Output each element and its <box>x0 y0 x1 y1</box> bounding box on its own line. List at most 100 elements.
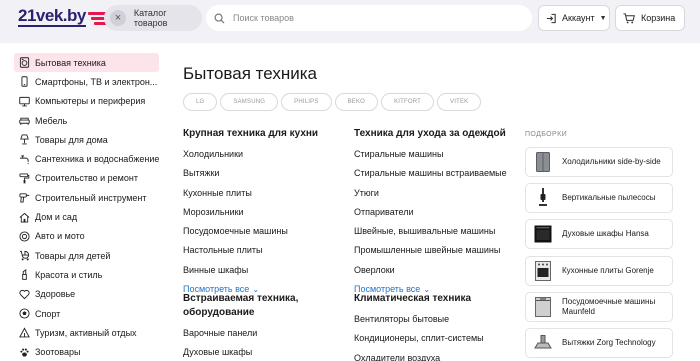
close-icon: × <box>110 10 126 26</box>
header: 21vek.by × Каталог товаров Аккаунт ▼ Кор… <box>0 0 700 43</box>
collection-label: Вертикальные пылесосы <box>562 193 656 202</box>
paw-icon <box>18 346 30 358</box>
collection-label: Вытяжки Zorg Technology <box>562 338 656 347</box>
ball-icon <box>18 308 30 320</box>
sidebar-item-label: Авто и мото <box>35 231 85 242</box>
faucet-icon <box>18 153 30 165</box>
collection-card[interactable]: Вытяжки Zorg Technology <box>525 328 673 358</box>
house-icon <box>18 211 30 223</box>
brand-chip-vitek[interactable]: VITEK <box>437 93 482 111</box>
logo[interactable]: 21vek.by <box>18 6 114 28</box>
search-input[interactable] <box>233 13 513 23</box>
sidebar-item-appliances[interactable]: Бытовая техника <box>14 53 159 73</box>
sidebar-item-house-garden[interactable]: Дом и сад <box>14 207 159 226</box>
sidebar-item-home[interactable]: Товары для дома <box>14 130 159 149</box>
category-link[interactable]: Вентиляторы бытовые <box>354 310 524 329</box>
category-group: Встраиваемая техника, оборудование Вароч… <box>183 292 333 361</box>
sidebar-item-kids[interactable]: Товары для детей <box>14 246 159 265</box>
phone-icon <box>18 76 30 88</box>
category-group: Крупная техника для кухни Холодильники В… <box>183 127 348 298</box>
sidebar-item-label: Компьютеры и периферия <box>35 96 146 107</box>
sidebar-item-label: Товары для детей <box>35 250 111 261</box>
account-button[interactable]: Аккаунт ▼ <box>538 5 610 31</box>
lamp-icon <box>18 134 30 146</box>
collection-label: Холодильники side-by-side <box>562 157 661 166</box>
collection-card[interactable]: Посудомоечные машины Maunfeld <box>525 292 673 322</box>
monitor-icon <box>18 95 30 107</box>
vacuum-icon <box>534 187 552 209</box>
group-title[interactable]: Встраиваемая техника, оборудование <box>183 292 333 320</box>
sidebar-item-label: Здоровье <box>35 289 76 300</box>
sidebar-item-pets[interactable]: Зоотовары <box>14 342 159 361</box>
category-link[interactable]: Вытяжки <box>183 164 348 183</box>
sidebar-item-label: Красота и стиль <box>35 269 103 280</box>
category-link[interactable]: Охладители воздуха <box>354 349 524 361</box>
cart-label: Корзина <box>641 13 676 23</box>
group-title[interactable]: Климатическая техника <box>354 292 524 306</box>
collection-label: Кухонные плиты Gorenje <box>562 266 654 275</box>
collection-card[interactable]: Вертикальные пылесосы <box>525 183 673 213</box>
catalog-label: Каталог товаров <box>133 8 168 28</box>
brand-chip-lg[interactable]: LG <box>183 93 218 111</box>
category-link[interactable]: Кондиционеры, сплит-системы <box>354 329 524 348</box>
sidebar-item-construction[interactable]: Строительство и ремонт <box>14 169 159 188</box>
collection-card[interactable]: Духовые шкафы Hansa <box>525 219 673 249</box>
sidebar-item-beauty[interactable]: Красота и стиль <box>14 265 159 284</box>
category-link[interactable]: Морозильники <box>183 203 348 222</box>
dishwasher-icon <box>534 296 552 318</box>
sidebar-item-sport[interactable]: Спорт <box>14 304 159 323</box>
category-link[interactable]: Отпариватели <box>354 203 529 222</box>
category-link[interactable]: Кухонные плиты <box>183 184 348 203</box>
sidebar-item-label: Бытовая техника <box>35 57 106 68</box>
collections-title: ПОДБОРКИ <box>525 131 568 138</box>
sidebar-item-health[interactable]: Здоровье <box>14 285 159 304</box>
collection-card[interactable]: Холодильники side-by-side <box>525 147 673 177</box>
chevron-down-icon: ▼ <box>599 14 607 22</box>
sidebar-item-furniture[interactable]: Мебель <box>14 111 159 130</box>
login-icon <box>546 13 556 23</box>
sidebar-item-label: Дом и сад <box>35 212 78 223</box>
category-link[interactable]: Варочные панели <box>183 324 333 343</box>
catalog-button[interactable]: × Каталог товаров <box>104 5 202 31</box>
search-bar[interactable] <box>206 5 532 31</box>
drill-icon <box>18 192 30 204</box>
sidebar-item-label: Зоотовары <box>35 347 81 358</box>
washing-machine-icon <box>18 57 30 69</box>
wheel-icon <box>18 230 30 242</box>
category-link[interactable]: Оверлоки <box>354 261 529 280</box>
sidebar-item-auto[interactable]: Авто и мото <box>14 227 159 246</box>
category-link[interactable]: Духовые шкафы <box>183 343 333 361</box>
cart-icon <box>623 12 635 23</box>
group-title[interactable]: Крупная техника для кухни <box>183 127 348 141</box>
search-icon <box>214 13 225 24</box>
category-link[interactable]: Посудомоечные машины <box>183 222 348 241</box>
category-link[interactable]: Утюги <box>354 184 529 203</box>
brand-chip-samsung[interactable]: SAMSUNG <box>220 93 279 111</box>
sidebar-item-label: Смартфоны, ТВ и электрон... <box>35 76 158 87</box>
group-title[interactable]: Техника для ухода за одеждой <box>354 127 529 141</box>
heart-icon <box>18 288 30 300</box>
category-link[interactable]: Винные шкафы <box>183 261 348 280</box>
collection-card[interactable]: Кухонные плиты Gorenje <box>525 256 673 286</box>
sidebar-item-electronics[interactable]: Смартфоны, ТВ и электрон... <box>14 72 159 91</box>
brand-chip-philips[interactable]: PHILIPS <box>281 93 332 111</box>
sidebar-item-tourism[interactable]: Туризм, активный отдых <box>14 323 159 342</box>
page-title: Бытовая техника <box>183 64 317 83</box>
sidebar-item-label: Сантехника и водоснабжение <box>35 154 159 165</box>
category-link[interactable]: Промышленные швейные машины <box>354 241 529 260</box>
sidebar-item-computers[interactable]: Компьютеры и периферия <box>14 92 159 111</box>
roller-icon <box>18 172 30 184</box>
category-link[interactable]: Швейные, вышивальные машины <box>354 222 529 241</box>
category-link[interactable]: Стиральные машины <box>354 145 529 164</box>
category-link[interactable]: Настольные плиты <box>183 241 348 260</box>
cart-button[interactable]: Корзина <box>615 5 685 31</box>
sidebar-item-tools[interactable]: Строительный инструмент <box>14 188 159 207</box>
category-link[interactable]: Стиральные машины встраиваемые <box>354 164 529 183</box>
brand-chip-beko[interactable]: BEKO <box>334 93 379 111</box>
brand-chip-kitfort[interactable]: KITFORT <box>381 93 435 111</box>
account-label: Аккаунт <box>562 13 595 23</box>
sidebar-item-plumbing[interactable]: Сантехника и водоснабжение <box>14 149 159 168</box>
sidebar-item-label: Строительный инструмент <box>35 192 147 203</box>
category-group: Техника для ухода за одеждой Стиральные … <box>354 127 529 298</box>
category-link[interactable]: Холодильники <box>183 145 348 164</box>
